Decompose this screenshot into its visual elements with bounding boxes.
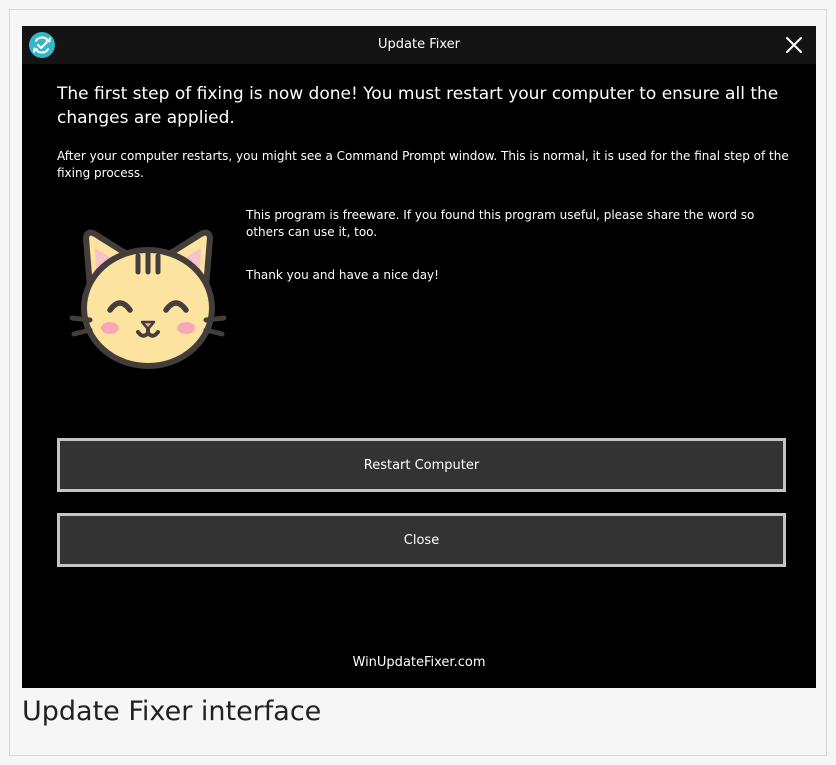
window-title: Update Fixer: [378, 37, 460, 52]
close-icon[interactable]: [780, 31, 808, 59]
freeware-note: This program is freeware. If you found t…: [246, 208, 755, 239]
website-link[interactable]: WinUpdateFixer.com: [22, 655, 816, 670]
update-fixer-window: Update Fixer The first step of fixing is…: [22, 26, 816, 688]
figure-caption: Update Fixer interface: [22, 696, 322, 727]
restart-computer-button[interactable]: Restart Computer: [57, 438, 786, 492]
title-bar[interactable]: Update Fixer: [22, 26, 816, 64]
restart-note: After your computer restarts, you might …: [57, 149, 789, 180]
thanks-note: Thank you and have a nice day!: [246, 268, 439, 282]
smiling-cat-icon: [69, 229, 227, 369]
headline-message: The first step of fixing is now done! Yo…: [57, 84, 779, 128]
close-button[interactable]: Close: [57, 513, 786, 567]
